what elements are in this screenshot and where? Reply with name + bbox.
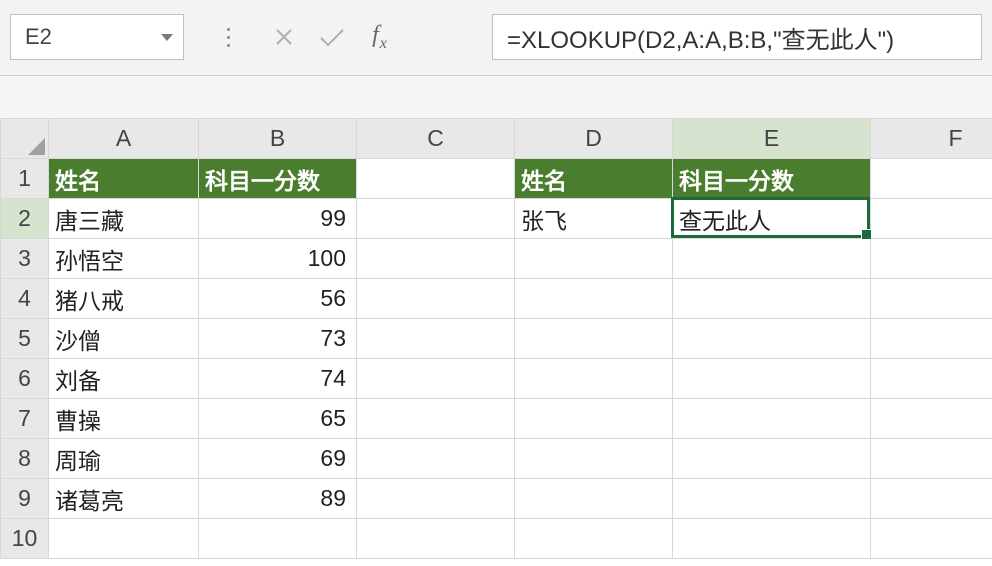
cell-B10[interactable] <box>199 519 357 559</box>
cell-B5[interactable]: 73 <box>199 319 357 359</box>
cell-D1[interactable]: 姓名 <box>515 159 673 199</box>
formula-input[interactable]: =XLOOKUP(D2,A:A,B:B,"查无此人") <box>492 14 982 60</box>
cell-C1[interactable] <box>357 159 515 199</box>
cell-D10[interactable] <box>515 519 673 559</box>
cell-F10[interactable] <box>871 519 992 559</box>
cell-E8[interactable] <box>673 439 871 479</box>
cell-C4[interactable] <box>357 279 515 319</box>
formula-bar-area: E2 fx =XLOOKUP(D2,A:A,B:B,"查无此人") <box>0 0 992 76</box>
cell-A5[interactable]: 沙僧 <box>49 319 199 359</box>
cell-E6[interactable] <box>673 359 871 399</box>
cell-C8[interactable] <box>357 439 515 479</box>
cell-E4[interactable] <box>673 279 871 319</box>
col-header-B[interactable]: B <box>199 119 357 159</box>
cell-F9[interactable] <box>871 479 992 519</box>
cell-A3[interactable]: 孙悟空 <box>49 239 199 279</box>
cell-C3[interactable] <box>357 239 515 279</box>
vertical-dots-icon <box>218 28 238 47</box>
col-header-A[interactable]: A <box>49 119 199 159</box>
row-header-8[interactable]: 8 <box>1 439 49 479</box>
row-header-10[interactable]: 10 <box>1 519 49 559</box>
cell-D4[interactable] <box>515 279 673 319</box>
spreadsheet-grid[interactable]: A B C D E F 1 姓名 科目一分数 姓名 科目一分数 2 唐三藏 99… <box>0 118 992 566</box>
cell-A9[interactable]: 诸葛亮 <box>49 479 199 519</box>
cell-D9[interactable] <box>515 479 673 519</box>
formula-bar-buttons: fx <box>218 14 404 60</box>
cell-C2[interactable] <box>357 199 515 239</box>
row-header-4[interactable]: 4 <box>1 279 49 319</box>
cell-B9[interactable]: 89 <box>199 479 357 519</box>
cell-F8[interactable] <box>871 439 992 479</box>
cell-B1[interactable]: 科目一分数 <box>199 159 357 199</box>
cell-C5[interactable] <box>357 319 515 359</box>
cell-D2[interactable]: 张飞 <box>515 199 673 239</box>
cell-A2[interactable]: 唐三藏 <box>49 199 199 239</box>
col-header-E[interactable]: E <box>673 119 871 159</box>
cell-A1[interactable]: 姓名 <box>49 159 199 199</box>
name-box-dropdown-icon[interactable] <box>161 34 173 41</box>
cell-C9[interactable] <box>357 479 515 519</box>
enter-button[interactable] <box>308 14 356 60</box>
cell-A4[interactable]: 猪八戒 <box>49 279 199 319</box>
cell-D3[interactable] <box>515 239 673 279</box>
row-header-5[interactable]: 5 <box>1 319 49 359</box>
cancel-button[interactable] <box>260 14 308 60</box>
cell-E2[interactable]: 查无此人 <box>673 199 871 239</box>
row-header-7[interactable]: 7 <box>1 399 49 439</box>
cell-D7[interactable] <box>515 399 673 439</box>
cell-A8[interactable]: 周瑜 <box>49 439 199 479</box>
row-header-3[interactable]: 3 <box>1 239 49 279</box>
select-all-corner[interactable] <box>1 119 49 159</box>
cell-E7[interactable] <box>673 399 871 439</box>
name-box-value: E2 <box>25 24 52 50</box>
cell-F2[interactable] <box>871 199 992 239</box>
cell-A7[interactable]: 曹操 <box>49 399 199 439</box>
cell-B4[interactable]: 56 <box>199 279 357 319</box>
cell-C7[interactable] <box>357 399 515 439</box>
cell-B2[interactable]: 99 <box>199 199 357 239</box>
cell-C6[interactable] <box>357 359 515 399</box>
row-header-9[interactable]: 9 <box>1 479 49 519</box>
col-header-D[interactable]: D <box>515 119 673 159</box>
cell-B7[interactable]: 65 <box>199 399 357 439</box>
row-header-6[interactable]: 6 <box>1 359 49 399</box>
cell-E1[interactable]: 科目一分数 <box>673 159 871 199</box>
cell-D6[interactable] <box>515 359 673 399</box>
cell-A6[interactable]: 刘备 <box>49 359 199 399</box>
cell-C10[interactable] <box>357 519 515 559</box>
cell-B6[interactable]: 74 <box>199 359 357 399</box>
cell-D8[interactable] <box>515 439 673 479</box>
cell-D5[interactable] <box>515 319 673 359</box>
cell-E5[interactable] <box>673 319 871 359</box>
cell-B3[interactable]: 100 <box>199 239 357 279</box>
cell-F6[interactable] <box>871 359 992 399</box>
col-header-C[interactable]: C <box>357 119 515 159</box>
insert-function-button[interactable]: fx <box>356 14 404 60</box>
cell-E10[interactable] <box>673 519 871 559</box>
cell-A10[interactable] <box>49 519 199 559</box>
cell-F3[interactable] <box>871 239 992 279</box>
cell-B8[interactable]: 69 <box>199 439 357 479</box>
row-header-1[interactable]: 1 <box>1 159 49 199</box>
cell-E9[interactable] <box>673 479 871 519</box>
formula-text: =XLOOKUP(D2,A:A,B:B,"查无此人") <box>507 20 894 55</box>
cell-F1[interactable] <box>871 159 992 199</box>
col-header-F[interactable]: F <box>871 119 992 159</box>
name-box[interactable]: E2 <box>10 14 184 60</box>
fx-icon: fx <box>372 22 388 53</box>
cell-F5[interactable] <box>871 319 992 359</box>
cell-F4[interactable] <box>871 279 992 319</box>
row-header-2[interactable]: 2 <box>1 199 49 239</box>
cell-E3[interactable] <box>673 239 871 279</box>
cell-F7[interactable] <box>871 399 992 439</box>
